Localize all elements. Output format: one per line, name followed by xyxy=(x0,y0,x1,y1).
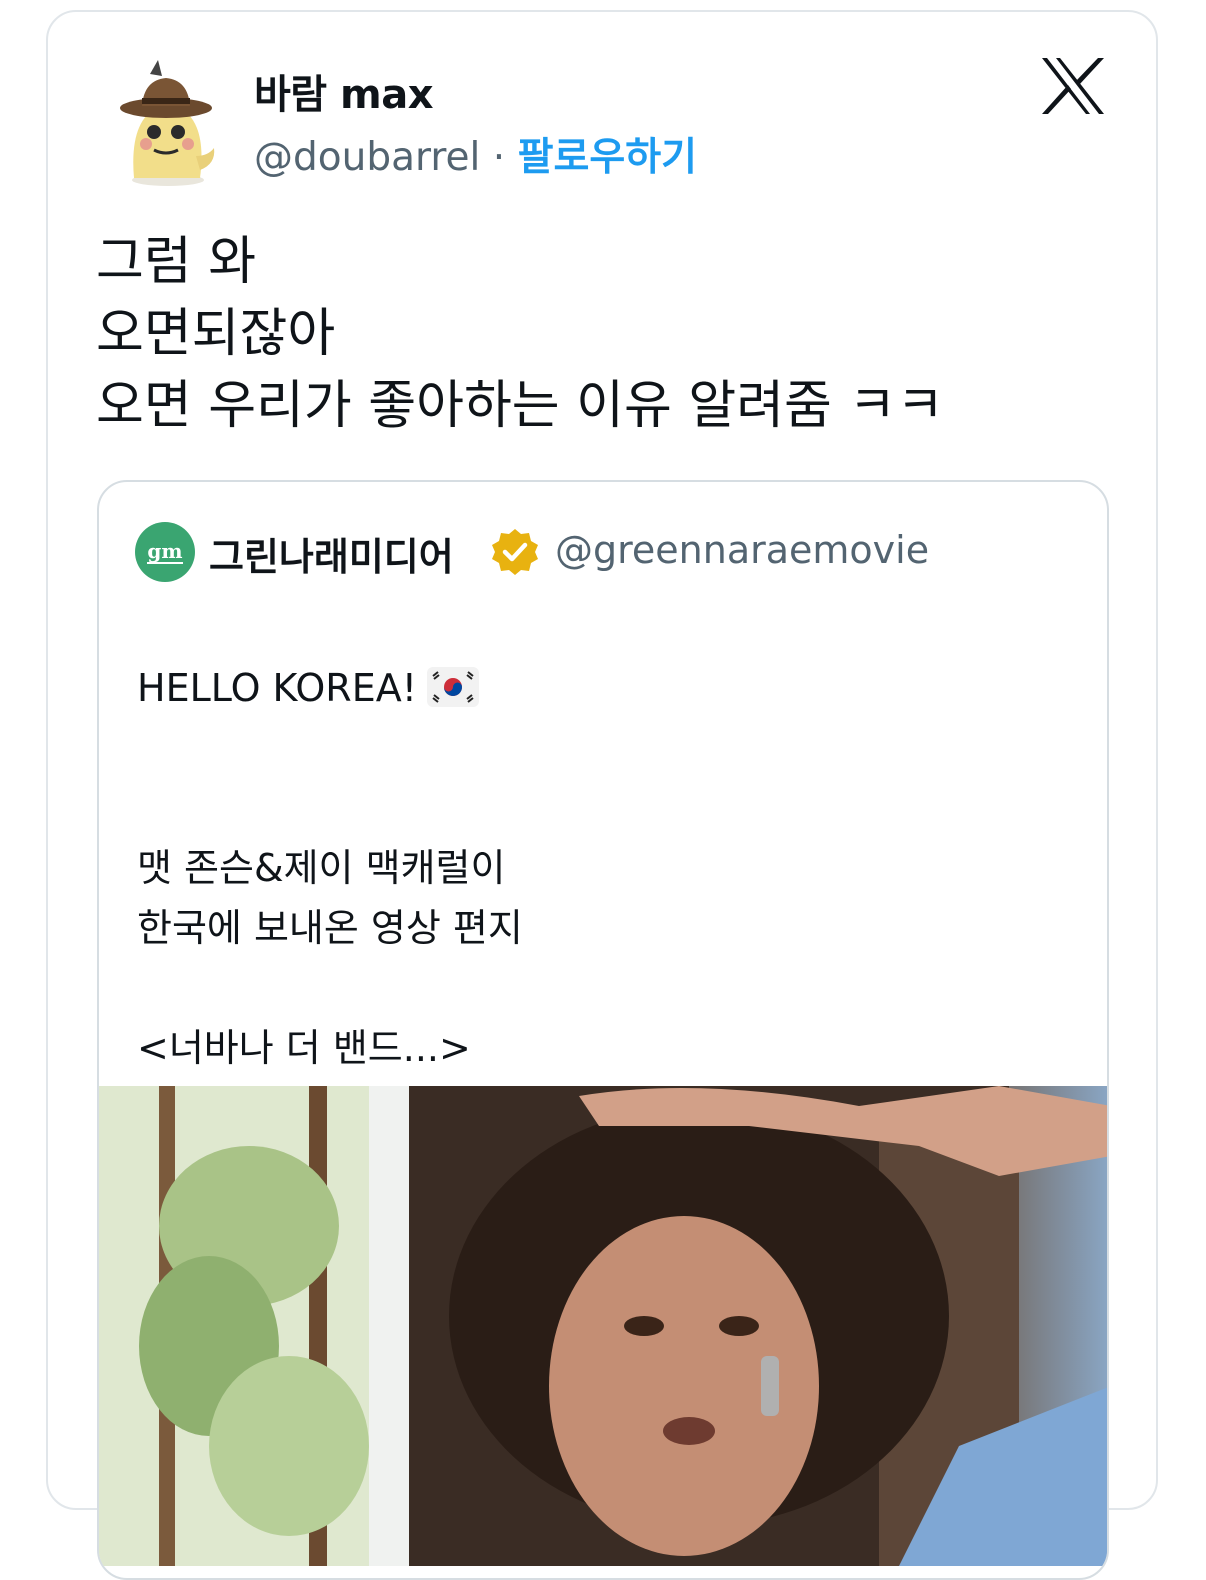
quoted-line-hello: HELLO KOREA! xyxy=(137,658,523,718)
separator-dot: · xyxy=(492,135,506,180)
author-avatar[interactable] xyxy=(96,52,236,192)
author-display-name[interactable]: 바람 max xyxy=(254,62,434,120)
video-frame-art xyxy=(99,1086,1107,1566)
tweet-text: 그럼 와 오면되잖아 오면 우리가 좋아하는 이유 알려줌 ㅋㅋ xyxy=(96,232,945,436)
quoted-video-thumbnail[interactable] xyxy=(99,1086,1107,1566)
author-handle[interactable]: @doubarrel xyxy=(254,135,480,180)
quoted-avatar-logo: gm xyxy=(147,538,183,564)
korean-flag-icon xyxy=(426,667,479,707)
author-handle-row: @doubarrel · 팔로우하기 xyxy=(254,126,697,182)
quoted-display-name[interactable]: 그린나래미디어 xyxy=(209,526,454,581)
quoted-avatar[interactable]: gm xyxy=(135,522,195,582)
quoted-handle[interactable]: @greennaraemovie xyxy=(555,528,929,572)
verified-badge-icon xyxy=(492,529,538,575)
quoted-tweet[interactable]: gm 그린나래미디어 @greennaraemovie HELLO KOREA!… xyxy=(97,480,1109,1580)
x-logo-icon[interactable] xyxy=(1040,56,1106,116)
quoted-hello-text: HELLO KOREA! xyxy=(137,666,417,710)
follow-button[interactable]: 팔로우하기 xyxy=(518,135,697,180)
